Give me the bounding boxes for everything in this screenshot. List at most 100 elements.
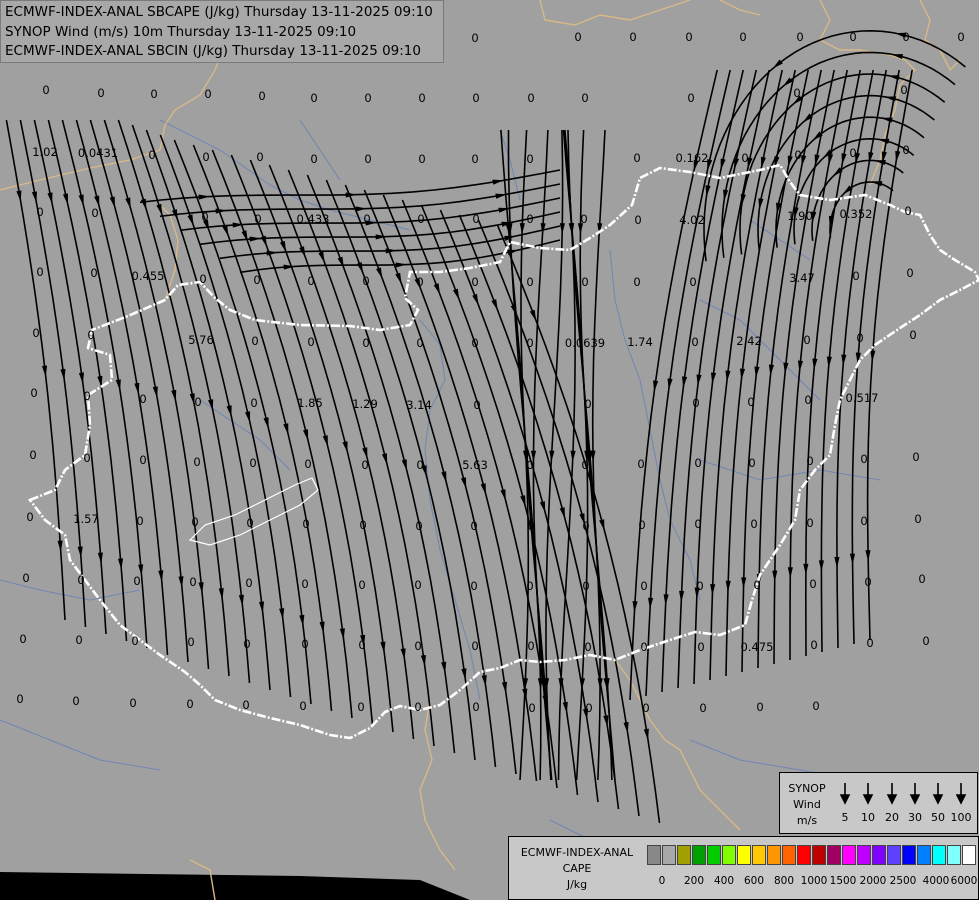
cape-value: 0 bbox=[689, 275, 696, 289]
cape-value: 0 bbox=[418, 91, 425, 105]
cape-value: 0 bbox=[581, 458, 588, 472]
cape-value: 0 bbox=[582, 579, 589, 593]
cape-value: 0 bbox=[16, 692, 23, 706]
cape-value: 0 bbox=[470, 519, 477, 533]
cape-value: 0 bbox=[902, 143, 909, 157]
cape-value: 0 bbox=[748, 456, 755, 470]
cape-value: 5.76 bbox=[188, 333, 214, 347]
cape-value: 0 bbox=[638, 518, 645, 532]
cape-swatch bbox=[857, 845, 871, 865]
cape-value: 0 bbox=[250, 396, 257, 410]
wind-legend-title-2: Wind bbox=[793, 798, 821, 811]
cape-value: 0 bbox=[254, 212, 261, 226]
cape-value: 0 bbox=[414, 700, 421, 714]
cape-value: 1.57 bbox=[73, 512, 99, 526]
cape-value: 0 bbox=[307, 274, 314, 288]
cape-value: 0 bbox=[741, 151, 748, 165]
cape-value: 0.455 bbox=[132, 269, 165, 283]
cape-tick-label: 1000 bbox=[800, 875, 828, 887]
cape-value: 0 bbox=[150, 87, 157, 101]
cape-tick-label: 6000 bbox=[950, 875, 978, 887]
cape-value: 0 bbox=[794, 148, 801, 162]
cape-value: 0 bbox=[812, 699, 819, 713]
cape-value: 0 bbox=[849, 146, 856, 160]
cape-value: 0 bbox=[201, 210, 208, 224]
cape-swatch bbox=[737, 845, 751, 865]
cape-value: 0 bbox=[97, 86, 104, 100]
cape-value: 0 bbox=[29, 448, 36, 462]
cape-value: 0 bbox=[527, 91, 534, 105]
cape-value: 0 bbox=[526, 579, 533, 593]
cape-value: 0 bbox=[642, 701, 649, 715]
cape-value: 0 bbox=[526, 275, 533, 289]
cape-value: 0 bbox=[902, 30, 909, 44]
cape-value: 0 bbox=[471, 31, 478, 45]
cape-value: 0 bbox=[633, 151, 640, 165]
cape-tick-label: 0 bbox=[658, 875, 666, 887]
cape-value: 0 bbox=[415, 519, 422, 533]
cape-tick-label: 2000 bbox=[859, 875, 887, 887]
cape-value: 0 bbox=[526, 336, 533, 350]
cape-legend-title-3: J/kg bbox=[566, 878, 588, 891]
cape-value: 0 bbox=[136, 514, 143, 528]
cape-tick-label: 1500 bbox=[829, 875, 857, 887]
cape-value: 0 bbox=[470, 579, 477, 593]
cape-swatch bbox=[647, 845, 661, 865]
cape-value: 0 bbox=[301, 637, 308, 651]
cape-value: 0 bbox=[472, 700, 479, 714]
cape-value: 0 bbox=[584, 397, 591, 411]
cape-value: 0 bbox=[860, 452, 867, 466]
cape-ramp-ticks: 0 200 400 600 800 1000 1500 2000 2500 4000 6000 bbox=[649, 875, 979, 889]
cape-tick-label: 2500 bbox=[889, 875, 917, 887]
cape-value: 0 bbox=[258, 89, 265, 103]
cape-value: 0 bbox=[697, 640, 704, 654]
cape-value: 0 bbox=[796, 30, 803, 44]
cape-value: 0 bbox=[699, 701, 706, 715]
cape-value: 0 bbox=[19, 632, 26, 646]
cape-swatch bbox=[887, 845, 901, 865]
cape-value: 0 bbox=[691, 335, 698, 349]
cape-value: 0 bbox=[307, 335, 314, 349]
cape-value: 0 bbox=[633, 275, 640, 289]
cape-color-ramp bbox=[647, 845, 977, 865]
cape-legend-title-1: ECMWF-INDEX-ANAL bbox=[520, 846, 634, 859]
cape-value: 0 bbox=[750, 517, 757, 531]
cape-value: 0 bbox=[302, 517, 309, 531]
cape-value: 0 bbox=[471, 639, 478, 653]
cape-value: 0 bbox=[129, 696, 136, 710]
cape-value: 3.47 bbox=[789, 271, 815, 285]
cape-value: 0 bbox=[91, 206, 98, 220]
cape-value: 0 bbox=[806, 454, 813, 468]
cape-value: 0.517 bbox=[846, 391, 879, 405]
cape-value: 0 bbox=[304, 457, 311, 471]
cape-value: 0 bbox=[793, 86, 800, 100]
cape-value: 0 bbox=[922, 634, 929, 648]
cape-value: 0 bbox=[803, 333, 810, 347]
wind-speed-20: 20 bbox=[885, 811, 899, 824]
cape-value: 0 bbox=[629, 30, 636, 44]
weather-map[interactable]: 0 0 0 0 0 0 0 0 0 0 0 0 0 0 0 0 0 0 0 0 0 0 0 1.02 0.0431 0 0 0 0 0 0 0… bbox=[0, 0, 979, 900]
cape-value: 0 bbox=[634, 213, 641, 227]
cape-value: 0 bbox=[852, 269, 859, 283]
title-synop-wind: SYNOP Wind (m/s) 10m Thursday 13-11-2025… bbox=[5, 24, 357, 40]
cape-swatch bbox=[947, 845, 961, 865]
cape-value: 0 bbox=[131, 634, 138, 648]
cape-value: 0 bbox=[856, 331, 863, 345]
cape-value: 0 bbox=[640, 640, 647, 654]
cape-value: 0 bbox=[359, 518, 366, 532]
cape-swatch bbox=[902, 845, 916, 865]
wind-speed-30: 30 bbox=[908, 811, 922, 824]
cape-value: 0 bbox=[186, 697, 193, 711]
cape-value: 0 bbox=[416, 336, 423, 350]
cape-value: 0 bbox=[694, 456, 701, 470]
cape-value: 0 bbox=[860, 514, 867, 528]
cape-legend: ECMWF-INDEX-ANAL CAPE J/kg 0 200 400 600 800… bbox=[508, 836, 979, 900]
cape-value: 0 bbox=[640, 579, 647, 593]
cape-value: 0 bbox=[527, 519, 534, 533]
cape-value: 0 bbox=[849, 30, 856, 44]
cape-value: 0 bbox=[909, 328, 916, 342]
cape-value: 0.0431 bbox=[78, 146, 118, 160]
cape-value: 0 bbox=[362, 274, 369, 288]
cape-value: 0 bbox=[299, 699, 306, 713]
cape-value: 0 bbox=[36, 205, 43, 219]
